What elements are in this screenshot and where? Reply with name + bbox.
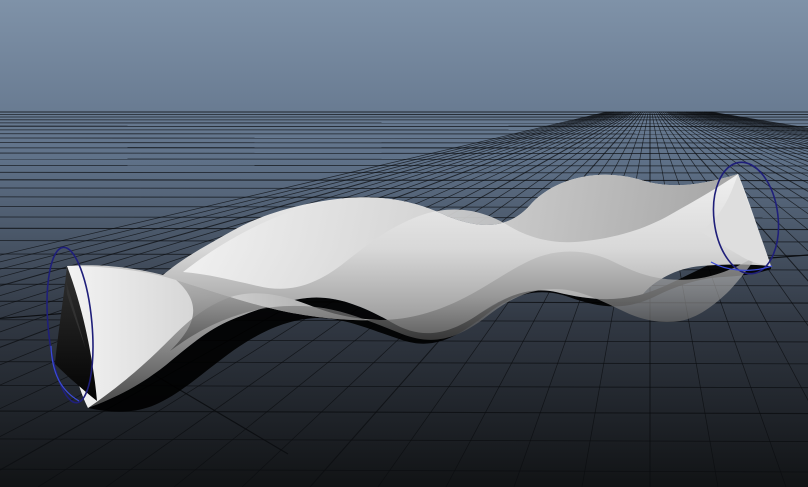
viewport-canvas[interactable] (0, 0, 808, 487)
3d-viewport[interactable] (0, 0, 808, 487)
